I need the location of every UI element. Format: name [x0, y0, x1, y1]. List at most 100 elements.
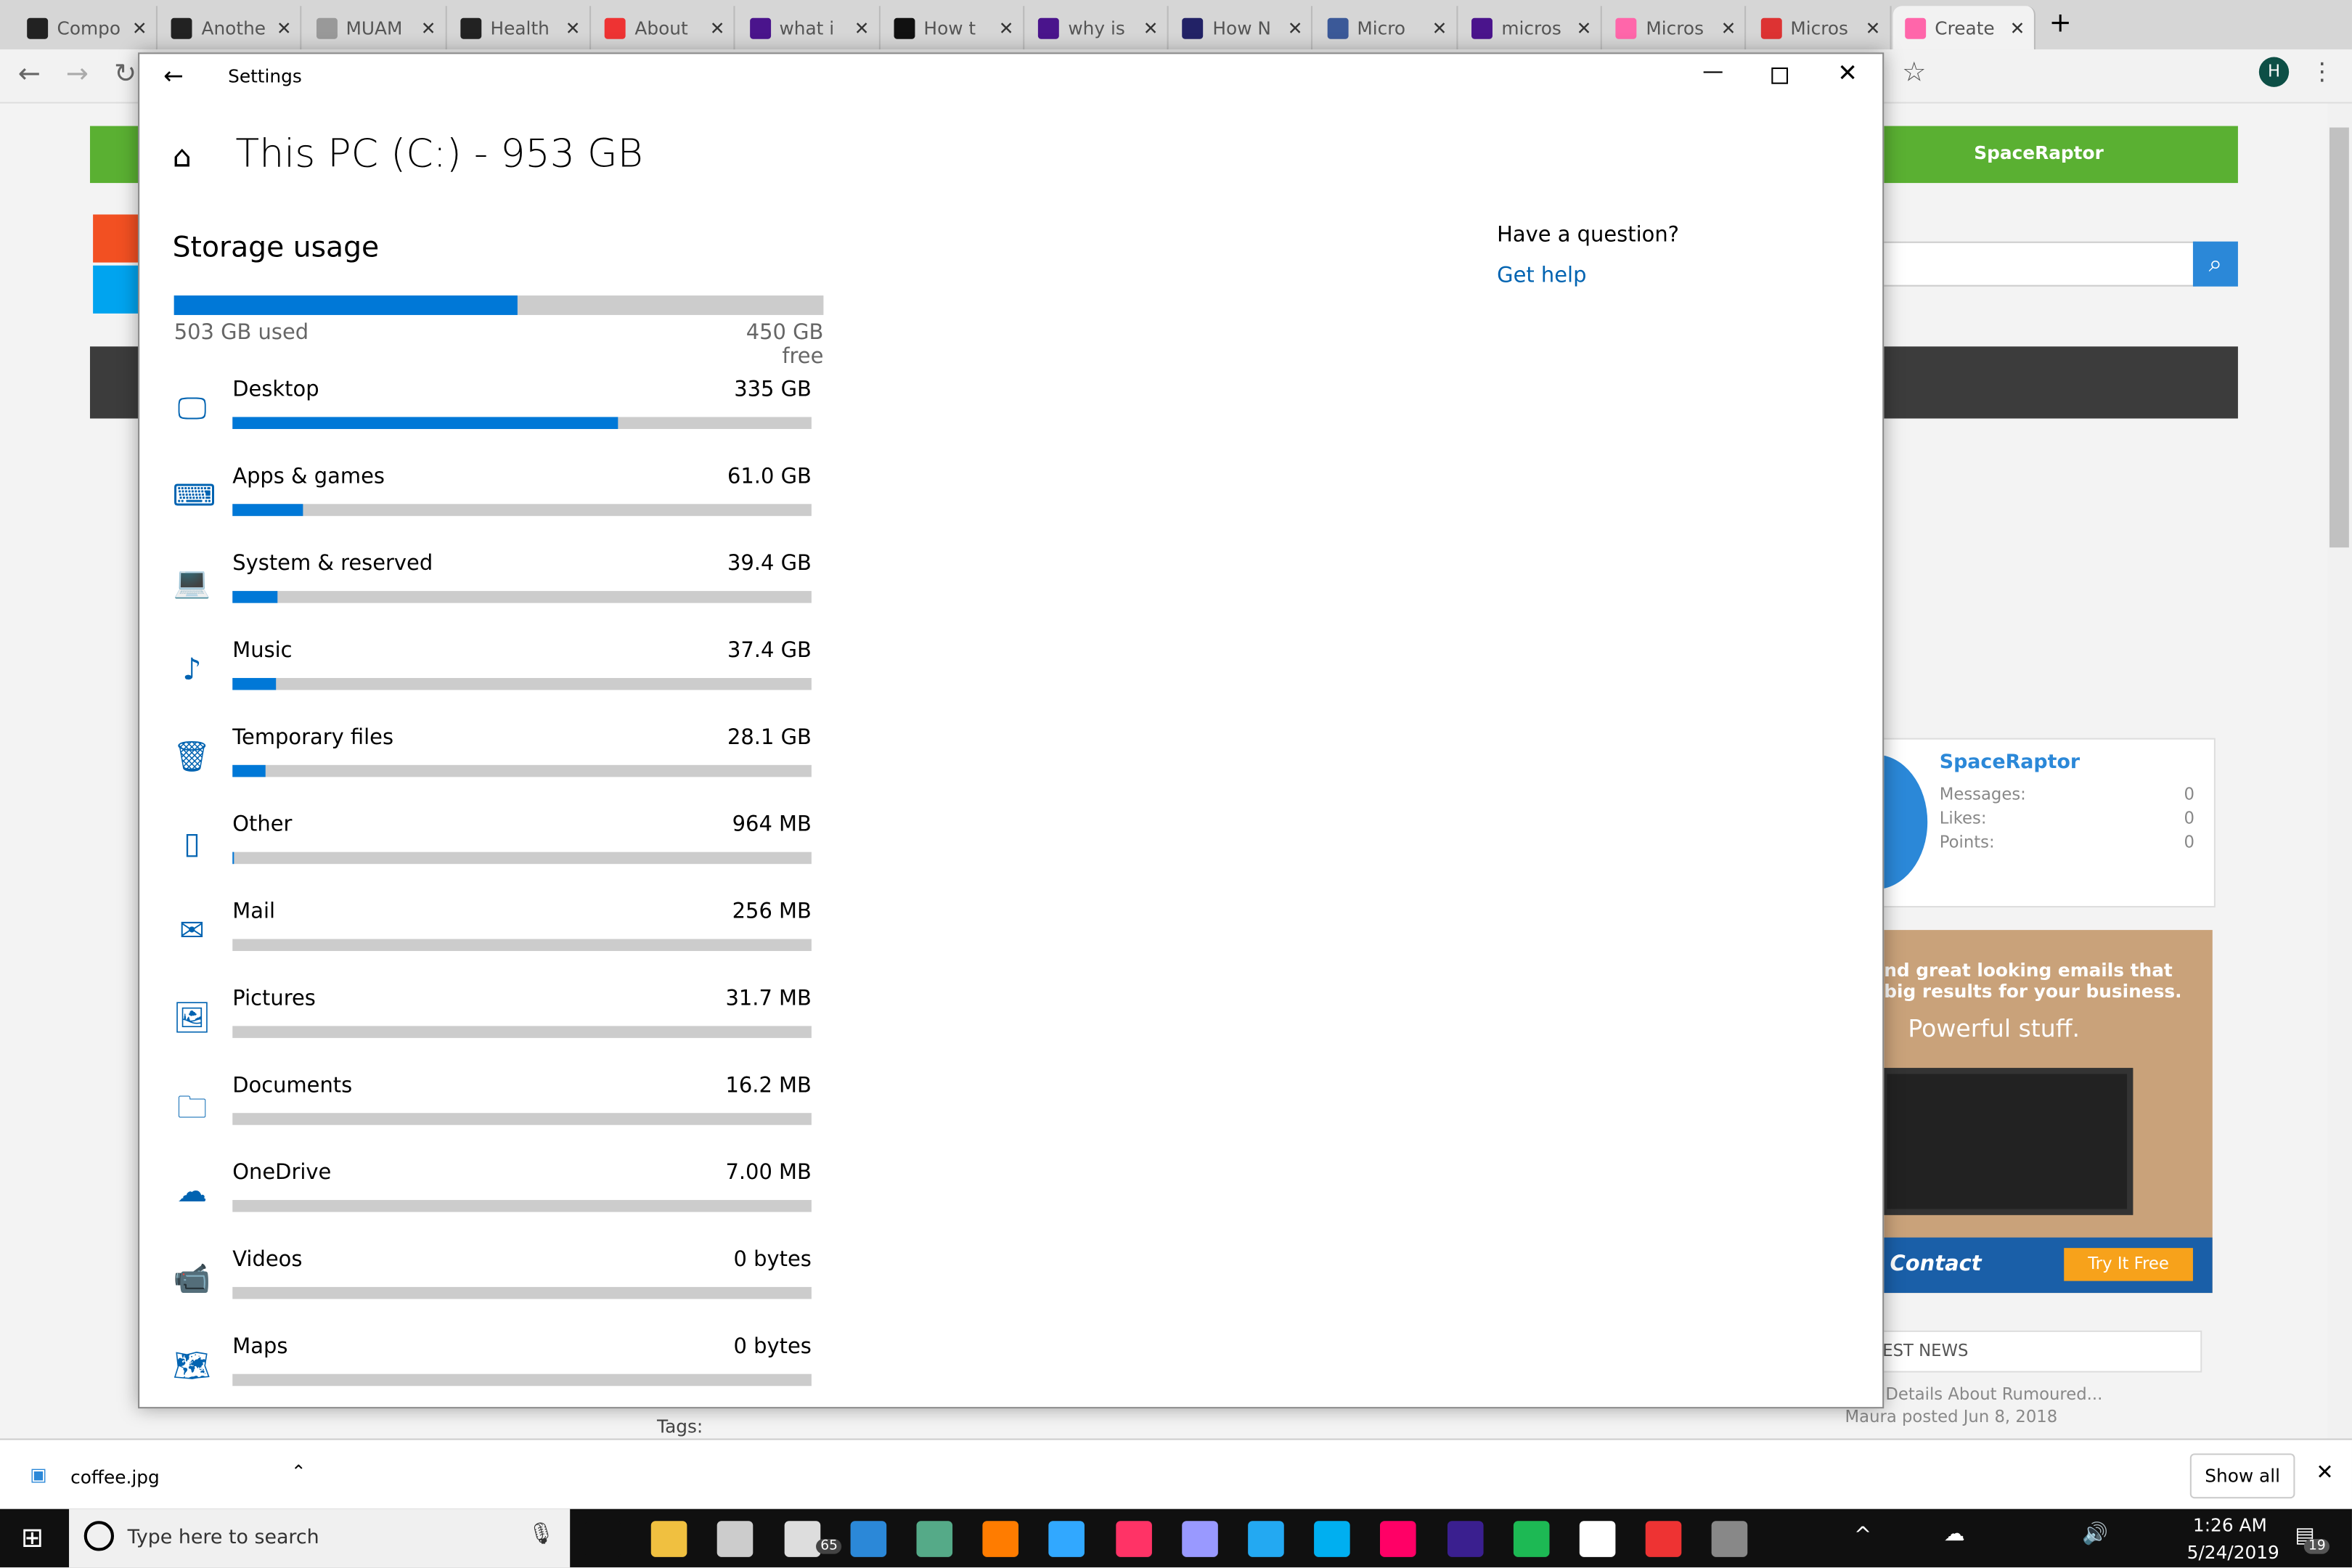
storage-category[interactable]: ♪ Music 37.4 GB — [173, 636, 812, 723]
search-box[interactable]: Type here to search 🎙 — [69, 1508, 571, 1568]
news-item[interactable]: Details About Rumoured... — [1885, 1384, 2102, 1404]
browser-tab[interactable]: MUAM ✕ — [304, 6, 446, 50]
browser-tab[interactable]: Anothe ✕ — [160, 6, 302, 50]
photoshop-icon[interactable] — [1049, 1521, 1085, 1557]
chevron-up-icon[interactable]: ^ — [1854, 1524, 1871, 1548]
tab-close-icon[interactable]: ✕ — [1432, 17, 1456, 38]
storage-category[interactable]: ⌨ Apps & games 61.0 GB — [173, 462, 812, 549]
spotify-icon[interactable] — [1513, 1521, 1550, 1557]
app-icon[interactable] — [916, 1521, 953, 1557]
image-file-icon: ▣ — [30, 1463, 47, 1485]
tab-close-icon[interactable]: ✕ — [1721, 17, 1745, 38]
tab-close-icon[interactable]: ✕ — [277, 17, 301, 38]
storage-category[interactable]: 🖼 Pictures 31.7 MB — [173, 984, 812, 1071]
tab-close-icon[interactable]: ✕ — [1577, 17, 1601, 38]
browser-tab[interactable]: Micros ✕ — [1748, 6, 1891, 50]
category-name: Music — [232, 639, 293, 663]
tab-close-icon[interactable]: ✕ — [1288, 17, 1312, 38]
storage-category[interactable]: ▯ Other 964 MB — [173, 810, 812, 897]
browser-tab[interactable]: How t ✕ — [882, 6, 1024, 50]
favicon-icon — [316, 17, 338, 38]
indesign-icon[interactable] — [1115, 1521, 1152, 1557]
close-icon[interactable]: ✕ — [2316, 1461, 2333, 1485]
clock-date[interactable]: 5/24/2019 — [2187, 1542, 2279, 1563]
menu-icon[interactable]: ⋮ — [2310, 57, 2334, 86]
file-explorer-icon[interactable] — [651, 1521, 687, 1557]
page-scrollbar[interactable] — [2327, 103, 2352, 1439]
settings-icon[interactable] — [1712, 1521, 1749, 1557]
storage-category[interactable]: 🗀 Documents 16.2 MB — [173, 1071, 812, 1158]
favicon-icon — [1760, 17, 1781, 38]
favicon-icon — [1471, 17, 1493, 38]
storage-category[interactable]: 🖵 Desktop 335 GB — [173, 375, 812, 462]
browser-tab[interactable]: Create ✕ — [1892, 6, 2035, 50]
get-help-link[interactable]: Get help — [1497, 264, 1586, 288]
app-icon[interactable] — [1646, 1521, 1682, 1557]
storage-category[interactable]: 💻 System & reserved 39.4 GB — [173, 549, 812, 636]
tab-close-icon[interactable]: ✕ — [565, 17, 589, 38]
tab-close-icon[interactable]: ✕ — [1143, 17, 1167, 38]
clock-time[interactable]: 1:26 AM — [2193, 1515, 2267, 1536]
tab-title: micros — [1501, 17, 1561, 38]
try-free-button[interactable]: Try It Free — [2064, 1248, 2193, 1281]
onedrive-icon[interactable]: ☁ — [1944, 1522, 1965, 1546]
mail-icon[interactable] — [783, 1521, 820, 1557]
category-name: Maps — [232, 1335, 288, 1360]
user-link[interactable]: SpaceRaptor — [1974, 142, 2104, 163]
forward-icon[interactable]: → — [66, 59, 89, 90]
groove-icon[interactable] — [1579, 1521, 1616, 1557]
browser-tab[interactable]: why is ✕ — [1026, 6, 1169, 50]
storage-category[interactable]: 📹 Videos 0 bytes — [173, 1245, 812, 1332]
advertisement[interactable]: nd great looking emails that big results… — [1881, 930, 2213, 1294]
profile-name[interactable]: SpaceRaptor — [1940, 751, 2080, 774]
download-item[interactable]: coffee.jpg — [70, 1467, 160, 1488]
back-icon[interactable]: ← — [18, 59, 41, 90]
storage-category[interactable]: ☁ OneDrive 7.00 MB — [173, 1158, 812, 1245]
back-icon[interactable]: ← — [163, 62, 184, 90]
category-usage-bar — [232, 1373, 812, 1387]
storage-category[interactable]: 🗑 Temporary files 28.1 GB — [173, 723, 812, 810]
search-icon[interactable]: ⌕ — [2192, 241, 2238, 287]
tab-close-icon[interactable]: ✕ — [710, 17, 734, 38]
app-icon[interactable] — [850, 1521, 886, 1557]
task-view-icon[interactable] — [584, 1521, 621, 1557]
illustrator-icon[interactable] — [982, 1521, 1019, 1557]
close-button[interactable]: ✕ — [1837, 59, 1858, 87]
microphone-icon[interactable]: 🎙 — [528, 1522, 555, 1546]
windows-start-icon[interactable]: ⊞ — [21, 1522, 44, 1553]
tab-close-icon[interactable]: ✕ — [2010, 17, 2034, 38]
new-tab-button[interactable]: + — [2049, 7, 2072, 38]
tab-close-icon[interactable]: ✕ — [1866, 17, 1890, 38]
browser-tab[interactable]: Micros ✕ — [1604, 6, 1747, 50]
storage-category[interactable]: ✉ Mail 256 MB — [173, 897, 812, 984]
vscode-icon[interactable] — [1248, 1521, 1284, 1557]
chevron-up-icon[interactable]: ⌃ — [291, 1461, 306, 1482]
maximize-button[interactable] — [1771, 67, 1789, 84]
bookmark-star-icon[interactable]: ☆ — [1902, 57, 1926, 89]
browser-tab[interactable]: what i ✕ — [738, 6, 880, 50]
minimize-button[interactable]: — — [1702, 60, 1723, 84]
skype-icon[interactable] — [1314, 1521, 1351, 1557]
stat-label: Points: — [1939, 832, 1995, 852]
itunes-icon[interactable] — [1380, 1521, 1417, 1557]
premiere-icon[interactable] — [1181, 1521, 1218, 1557]
amazon-music-icon[interactable] — [1447, 1521, 1483, 1557]
store-icon[interactable] — [717, 1521, 754, 1557]
browser-tab[interactable]: micros ✕ — [1460, 6, 1602, 50]
home-icon[interactable]: ⌂ — [173, 138, 192, 174]
tab-close-icon[interactable]: ✕ — [421, 17, 445, 38]
browser-tab[interactable]: Micro ✕ — [1315, 6, 1458, 50]
browser-tab[interactable]: Compo ✕ — [15, 6, 158, 50]
tab-close-icon[interactable]: ✕ — [999, 17, 1023, 38]
browser-tab[interactable]: How N ✕ — [1171, 6, 1313, 50]
storage-category[interactable]: 🗺 Maps 0 bytes — [173, 1332, 812, 1419]
tab-close-icon[interactable]: ✕ — [132, 17, 156, 38]
volume-icon[interactable]: 🔊 — [2082, 1522, 2108, 1546]
tab-close-icon[interactable]: ✕ — [854, 17, 878, 38]
documents-icon: 🗀 — [176, 1089, 208, 1125]
browser-tab[interactable]: Health ✕ — [449, 6, 591, 50]
show-all-button[interactable]: Show all — [2189, 1453, 2295, 1499]
browser-tab[interactable]: About ✕ — [593, 6, 735, 50]
profile-avatar[interactable]: H — [2258, 57, 2290, 87]
reload-icon[interactable]: ↻ — [114, 59, 136, 90]
